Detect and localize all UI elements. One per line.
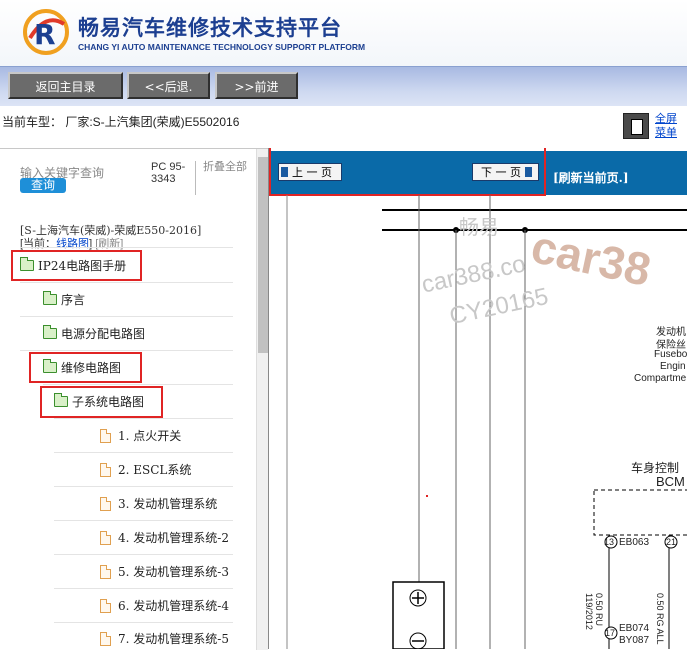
search-button[interactable]: 查询	[20, 178, 66, 193]
home-button[interactable]: 返回主目录	[8, 72, 123, 99]
page-icon	[100, 565, 111, 579]
current-suffix: ]	[89, 238, 93, 250]
pc-code-label: PC 95-3343	[151, 161, 196, 195]
fullscreen-menu-link[interactable]: 全屏菜单	[655, 112, 685, 140]
divider	[20, 247, 233, 248]
divider	[20, 316, 233, 317]
tree-item-label: 7. 发动机管理系统-5	[118, 632, 229, 646]
highlight-box	[29, 352, 142, 383]
wiring-diagram: 畅易 car388.co CY20165 car38 发动机 保险丝 Fuseb…	[269, 195, 687, 649]
tree-item-label: 5. 发动机管理系统-3	[118, 565, 229, 579]
platform-subtitle: CHANG YI AUTO MAINTENANCE TECHNOLOGY SUP…	[78, 42, 366, 52]
pin-number: 17	[605, 628, 616, 638]
tree-item-page[interactable]: 2. ESCL系统	[100, 460, 191, 480]
diagram-viewer: 上 一 页 下 一 页 [刷新当前页.] 畅易 car388.co CY2016…	[268, 148, 687, 649]
highlight-box	[40, 386, 163, 418]
divider	[43, 384, 233, 385]
tree-item-preface[interactable]: 序言	[43, 290, 85, 310]
page-icon	[100, 429, 111, 443]
connector-label: EB063	[619, 537, 650, 548]
tree-item-label: 4. 发动机管理系统-2	[118, 531, 229, 545]
tree-item-page[interactable]: 4. 发动机管理系统-2	[100, 528, 229, 548]
tree-item-label: 2. ESCL系统	[118, 463, 192, 477]
folder-icon	[43, 325, 57, 339]
platform-logo-icon: R	[23, 9, 69, 55]
fuse-box-label-en2: Engin	[660, 361, 686, 372]
divider	[54, 452, 233, 453]
page-icon	[100, 531, 111, 545]
fullscreen-icon[interactable]	[623, 113, 649, 139]
platform-title: 畅易汽车维修技术支持平台	[78, 16, 342, 40]
divider	[54, 486, 233, 487]
tree-item-label: 序言	[61, 293, 86, 307]
wire-label: 119/2012	[584, 593, 594, 630]
wire-label: 0.50 RU	[594, 593, 604, 627]
watermark-text: 畅易	[459, 217, 499, 239]
highlight-box	[269, 148, 546, 196]
current-location: [当前：线路图] [刷新]	[20, 235, 123, 251]
forward-button[interactable]: >>前进	[215, 72, 298, 99]
collapse-all-button[interactable]: 折叠全部	[203, 161, 247, 173]
fuse-box-label-en3: Compartme	[634, 373, 687, 384]
refresh-current-page-link[interactable]: [刷新当前页.]	[553, 169, 629, 186]
folder-icon	[43, 291, 57, 305]
app-header: R 畅易汽车维修技术支持平台 CHANG YI AUTO MAINTENANCE…	[0, 0, 687, 66]
tree-item-page[interactable]: 5. 发动机管理系统-3	[100, 562, 229, 582]
main-toolbar: 返回主目录 <<后退. >>前进	[0, 66, 687, 107]
divider	[54, 588, 233, 589]
scrollbar-thumb[interactable]	[258, 157, 268, 353]
tree-item-label: 1. 点火开关	[118, 429, 182, 443]
divider	[54, 520, 233, 521]
divider	[20, 350, 233, 351]
sidebar-scrollbar[interactable]	[256, 149, 268, 650]
divider	[54, 418, 233, 419]
back-button[interactable]: <<后退.	[127, 72, 210, 99]
car-info-bar: 当前车型： 厂家:S-上汽集团(荣威)E5502016	[0, 106, 687, 148]
tree-item-label: 电源分配电路图	[61, 327, 146, 341]
tree-item-page[interactable]: 7. 发动机管理系统-5	[100, 629, 229, 649]
wire-label: 0.50 RG ALL	[655, 593, 665, 645]
sidebar-refresh-link[interactable]: [刷新]	[95, 238, 123, 250]
svg-text:R: R	[34, 18, 56, 51]
page-icon	[100, 463, 111, 477]
tree-item-page[interactable]: 3. 发动机管理系统	[100, 494, 217, 514]
pin-number: 21	[666, 537, 677, 547]
page-icon	[100, 497, 111, 511]
fuse-box-label-en: Fusebo	[654, 349, 687, 360]
pin-number: 13	[604, 537, 615, 547]
highlight-box	[11, 250, 142, 281]
tree-item-label: 3. 发动机管理系统	[118, 497, 218, 511]
bcm-label-en: BCM	[656, 474, 685, 489]
tree-item-power-distribution[interactable]: 电源分配电路图	[43, 324, 145, 344]
page-icon	[100, 632, 111, 646]
page-icon	[100, 599, 111, 613]
tree-item-page[interactable]: 1. 点火开关	[100, 426, 181, 446]
current-value-link[interactable]: 线路图	[56, 238, 89, 250]
tree-item-page[interactable]: 6. 发动机管理系统-4	[100, 596, 229, 616]
divider	[54, 554, 233, 555]
tree-item-label: 6. 发动机管理系统-4	[118, 599, 229, 613]
current-prefix: [当前：	[20, 238, 57, 250]
divider	[54, 622, 233, 623]
connector-label: EB074	[619, 623, 650, 634]
divider	[20, 282, 233, 283]
sidebar: 输入关键字查询 查询 PC 95-3343 折叠全部 [S-上海汽车(荣威)-荣…	[0, 148, 268, 650]
current-car-model: 当前车型： 厂家:S-上汽集团(荣威)E5502016	[2, 115, 240, 129]
connector-label: BY087	[619, 635, 650, 646]
